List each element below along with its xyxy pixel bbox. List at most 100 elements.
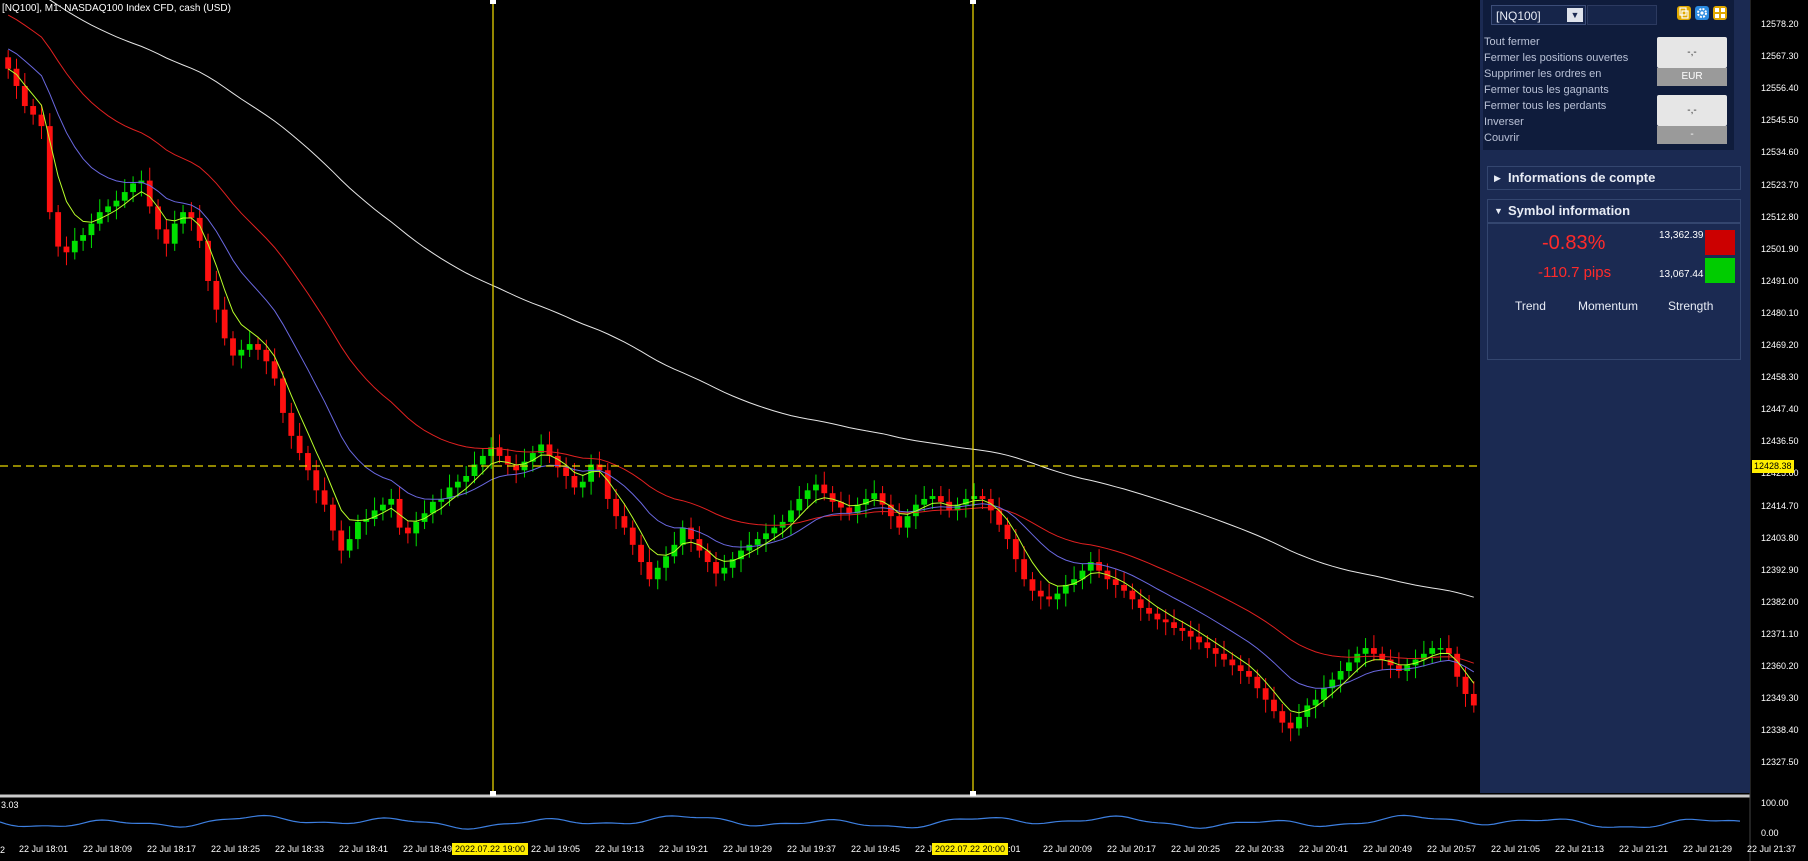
candle-body [313,470,320,491]
candle-body [771,527,778,534]
candle-body [105,206,112,213]
candle-body [121,192,128,201]
vline-tag-1900[interactable]: 2022.07.22 19:00 [452,843,529,855]
candle-body [296,435,303,454]
price-axis-label: 12349.30 [1761,693,1799,704]
candle-body [205,240,211,281]
time-axis-label: 22 Jul 20:09 [1043,844,1093,854]
menu-close-open-positions[interactable]: Fermer les positions ouvertes [1484,52,1628,64]
candle-body [1287,722,1294,729]
candle-body [263,349,270,362]
time-axis-label: 22 Jul 20:49 [1363,844,1413,854]
profit-button[interactable]: -,- [1657,37,1727,68]
candle-body [1096,562,1103,571]
time-axis-label: 22 J [915,844,933,854]
left-edge-label: 2 [0,845,6,855]
symbol-extra-field[interactable] [1587,5,1657,25]
vline-tag-2000[interactable]: 2022.07.22 20:00 [932,843,1009,855]
candle-body [388,498,395,505]
candle-body [654,567,661,580]
candle-body [971,496,978,499]
candle-body [305,453,311,471]
candle-body [1354,653,1361,663]
time-axis-label: 22 Jul 18:49 [403,844,453,854]
time-axis-label: 22 Jul 19:37 [787,844,837,854]
price-axis-label: 12480.10 [1761,307,1799,318]
candle-body [1112,579,1119,585]
candle-body [413,521,420,534]
menu-close-losers[interactable]: Fermer tous les perdants [1484,100,1606,112]
candle-body [255,344,261,350]
time-axis-label: 22 Jul 18:25 [211,844,261,854]
metric-trend: Trend [1515,299,1546,313]
candlestick-series [5,50,1477,742]
candle-body [271,361,278,379]
loss-button[interactable]: -,- [1657,95,1727,126]
candle-body [979,496,986,499]
candle-body [88,223,95,236]
candle-body [71,240,78,253]
time-axis-label: 22 Jul 21:13 [1555,844,1605,854]
menu-close-all[interactable]: Tout fermer [1484,36,1540,48]
candle-body [937,496,944,502]
candle-body [5,57,12,69]
menu-reverse[interactable]: Inverser [1484,116,1524,128]
candle-body [130,183,136,193]
candle-body [804,490,811,499]
candle-body [829,493,836,502]
candle-body [546,444,553,456]
candle-body [621,516,628,528]
symbol-info-section[interactable]: ▼ Symbol information [1487,199,1741,223]
candle-body [1229,659,1236,666]
candle-body [788,510,794,522]
menu-hedge[interactable]: Couvrir [1484,132,1519,144]
copy-icon[interactable] [1677,6,1691,20]
candle-body [563,467,570,476]
candle-body [246,344,253,350]
vline-handle-bottom-2 [970,791,976,796]
chevron-down-icon: ▼ [1494,206,1503,216]
candle-body [288,412,295,436]
candle-body [163,229,170,244]
candle-body [1470,693,1477,706]
candle-body [280,378,286,413]
candle-body [171,223,178,244]
candle-body [1262,688,1269,700]
account-info-section[interactable]: ▶ Informations de compte [1487,166,1741,190]
time-axis-label: 22 Jul 18:41 [339,844,389,854]
symbol-select[interactable]: [NQ100] ▼ [1491,5,1586,25]
price-axis-label: 12556.40 [1761,83,1799,94]
candle-body [1395,665,1402,672]
candle-body [1121,584,1127,591]
gear-icon[interactable] [1695,6,1709,20]
menu-delete-orders[interactable]: Supprimer les ordres en [1484,68,1601,80]
time-axis-label: 22 Jul 21:21 [1619,844,1669,854]
candle-body [1137,599,1144,608]
price-axis-label: 12501.90 [1761,243,1799,254]
symbol-select-value: [NQ100] [1496,9,1541,23]
symbol-info-box [1487,223,1741,360]
price-axis-label: 12523.70 [1761,179,1799,190]
layout-icon[interactable] [1713,6,1727,20]
candle-body [663,556,669,568]
candle-body [579,481,586,488]
candle-body [404,527,411,534]
menu-close-winners[interactable]: Fermer tous les gagnants [1484,84,1609,96]
vline-handle-top-1 [490,0,496,4]
price-axis-label: 12360.20 [1761,661,1799,671]
candle-body [1204,642,1211,649]
price-axis-label: 12534.60 [1761,147,1799,158]
oscillator-min-label: 0.00 [1761,828,1779,838]
candle-body [721,567,728,574]
candle-body [796,498,803,511]
candle-body [230,338,236,356]
candle-body [1221,653,1227,660]
price-axis-label: 12512.80 [1761,211,1799,222]
price-axis-label: 12436.50 [1761,436,1799,447]
chevron-down-icon[interactable]: ▼ [1567,8,1583,22]
candle-body [338,530,345,551]
time-axis-label: 22 Jul 21:37 [1747,844,1797,854]
vline-handle-top-2 [970,0,976,4]
candle-body [1437,648,1444,650]
candle-body [1046,596,1053,600]
